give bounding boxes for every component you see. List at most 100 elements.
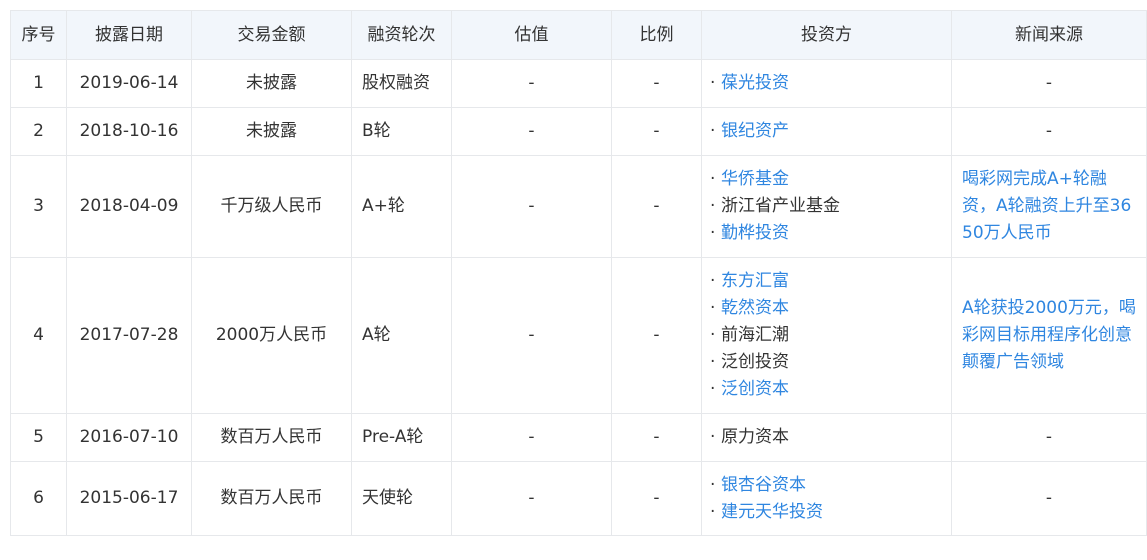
disclosure-date: 2018-10-16 — [66, 107, 192, 156]
ratio-cell: - — [611, 155, 702, 258]
table-row: 2 2018-10-16 未披露 B轮 - - · 银纪资产 - — [10, 107, 1147, 156]
bullet-dot-icon: · — [710, 223, 716, 243]
bullet-dot-icon: · — [710, 271, 716, 291]
investor-item[interactable]: · 华侨基金 — [710, 166, 951, 193]
row-number: 1 — [10, 59, 67, 108]
transaction-amount: 未披露 — [191, 59, 352, 108]
investors-cell: · 银纪资产 — [701, 107, 952, 156]
news-source-cell: - — [951, 59, 1147, 108]
investors-cell: · 银杏谷资本 · 建元天华投资 — [701, 461, 952, 536]
financing-round: 股权融资 — [351, 59, 452, 108]
header-amount: 交易金额 — [191, 10, 352, 60]
table-row: 3 2018-04-09 千万级人民币 A+轮 - - · 华侨基金 · 浙江省产业基金 · 勤桦投资… — [10, 155, 1147, 258]
header-investors: 投资方 — [701, 10, 952, 60]
investor-name: 前海汇潮 — [721, 325, 789, 345]
investor-item[interactable]: · 银杏谷资本 — [710, 472, 951, 499]
news-source-cell: - — [951, 413, 1147, 462]
investor-link[interactable]: 华侨基金 — [721, 169, 789, 189]
bullet-dot-icon: · — [710, 427, 716, 447]
disclosure-date: 2016-07-10 — [66, 413, 192, 462]
news-source-cell: - — [951, 107, 1147, 156]
bullet-dot-icon: · — [710, 73, 716, 93]
valuation-cell: - — [451, 107, 612, 156]
news-source-cell: A轮获投2000万元，喝彩网目标用程序化创意颠覆广告领域 — [951, 257, 1147, 414]
bullet-dot-icon: · — [710, 325, 716, 345]
investors-cell: · 东方汇富 · 乾然资本 · 前海汇潮 · 泛创投资 · 泛创资本 — [701, 257, 952, 414]
transaction-amount: 数百万人民币 — [191, 461, 352, 536]
table-row: 6 2015-06-17 数百万人民币 天使轮 - - · 银杏谷资本 · 建元天华投资 - — [10, 461, 1147, 536]
transaction-amount: 数百万人民币 — [191, 413, 352, 462]
investor-link[interactable]: 银杏谷资本 — [721, 475, 806, 495]
investors-cell: · 原力资本 — [701, 413, 952, 462]
investor-item[interactable]: · 建元天华投资 — [710, 499, 951, 526]
financing-round: A+轮 — [351, 155, 452, 258]
transaction-amount: 2000万人民币 — [191, 257, 352, 414]
financing-round: A轮 — [351, 257, 452, 414]
row-number: 2 — [10, 107, 67, 156]
news-source-cell: 喝彩网完成A+轮融资，A轮融资上升至3650万人民币 — [951, 155, 1147, 258]
disclosure-date: 2019-06-14 — [66, 59, 192, 108]
investor-item[interactable]: · 葆光投资 — [710, 70, 951, 97]
investor-name: 浙江省产业基金 — [721, 196, 840, 216]
ratio-cell: - — [611, 257, 702, 414]
row-number: 3 — [10, 155, 67, 258]
investor-item: · 前海汇潮 — [710, 322, 951, 349]
bullet-dot-icon: · — [710, 352, 716, 372]
investor-link[interactable]: 乾然资本 — [721, 298, 789, 318]
header-news: 新闻来源 — [951, 10, 1147, 60]
table-row: 4 2017-07-28 2000万人民币 A轮 - - · 东方汇富 · 乾然资本 · 前海汇潮 · 泛… — [10, 257, 1147, 414]
investor-link[interactable]: 葆光投资 — [721, 73, 789, 93]
investor-item[interactable]: · 泛创资本 — [710, 376, 951, 403]
valuation-cell: - — [451, 155, 612, 258]
news-link[interactable]: A轮获投2000万元，喝彩网目标用程序化创意颠覆广告领域 — [962, 298, 1136, 372]
bullet-dot-icon: · — [710, 379, 716, 399]
bullet-dot-icon: · — [710, 298, 716, 318]
investors-cell: · 葆光投资 — [701, 59, 952, 108]
investor-item[interactable]: · 东方汇富 — [710, 268, 951, 295]
bullet-dot-icon: · — [710, 474, 716, 495]
investor-item[interactable]: · 银纪资产 — [710, 118, 951, 145]
investor-link[interactable]: 建元天华投资 — [721, 502, 823, 522]
transaction-amount: 千万级人民币 — [191, 155, 352, 258]
financing-round: B轮 — [351, 107, 452, 156]
disclosure-date: 2017-07-28 — [66, 257, 192, 414]
valuation-cell: - — [451, 257, 612, 414]
investor-link[interactable]: 勤桦投资 — [721, 223, 789, 243]
valuation-cell: - — [451, 461, 612, 536]
disclosure-date: 2018-04-09 — [66, 155, 192, 258]
disclosure-date: 2015-06-17 — [66, 461, 192, 536]
investor-link[interactable]: 银纪资产 — [721, 121, 789, 141]
investor-link[interactable]: 泛创资本 — [721, 379, 789, 399]
table-header-row: 序号 披露日期 交易金额 融资轮次 估值 比例 投资方 新闻来源 — [10, 10, 1147, 60]
table-row: 5 2016-07-10 数百万人民币 Pre-A轮 - - · 原力资本 - — [10, 413, 1147, 462]
table-body: 1 2019-06-14 未披露 股权融资 - - · 葆光投资 -2 2018-10-16 未披露… — [10, 59, 1147, 536]
investor-item: · 泛创投资 — [710, 349, 951, 376]
transaction-amount: 未披露 — [191, 107, 352, 156]
row-number: 4 — [10, 257, 67, 414]
ratio-cell: - — [611, 461, 702, 536]
header-date: 披露日期 — [66, 10, 192, 60]
investor-name: 泛创投资 — [721, 352, 789, 372]
row-number: 6 — [10, 461, 67, 536]
ratio-cell: - — [611, 413, 702, 462]
bullet-dot-icon: · — [710, 501, 716, 522]
news-link[interactable]: 喝彩网完成A+轮融资，A轮融资上升至3650万人民币 — [962, 169, 1131, 243]
ratio-cell: - — [611, 59, 702, 108]
investor-item[interactable]: · 乾然资本 — [710, 295, 951, 322]
investor-link[interactable]: 东方汇富 — [721, 271, 789, 291]
bullet-dot-icon: · — [710, 196, 716, 216]
financing-table: 序号 披露日期 交易金额 融资轮次 估值 比例 投资方 新闻来源 1 2019-0… — [10, 10, 1147, 536]
header-ratio: 比例 — [611, 10, 702, 60]
investor-item[interactable]: · 勤桦投资 — [710, 220, 951, 247]
header-valuation: 估值 — [451, 10, 612, 60]
investor-item: · 浙江省产业基金 — [710, 193, 951, 220]
valuation-cell: - — [451, 59, 612, 108]
investors-cell: · 华侨基金 · 浙江省产业基金 · 勤桦投资 — [701, 155, 952, 258]
header-no: 序号 — [10, 10, 67, 60]
financing-round: 天使轮 — [351, 461, 452, 536]
table-row: 1 2019-06-14 未披露 股权融资 - - · 葆光投资 - — [10, 59, 1147, 108]
financing-round: Pre-A轮 — [351, 413, 452, 462]
news-source-cell: - — [951, 461, 1147, 536]
investor-name: 原力资本 — [721, 427, 789, 447]
investor-item: · 原力资本 — [710, 424, 951, 451]
